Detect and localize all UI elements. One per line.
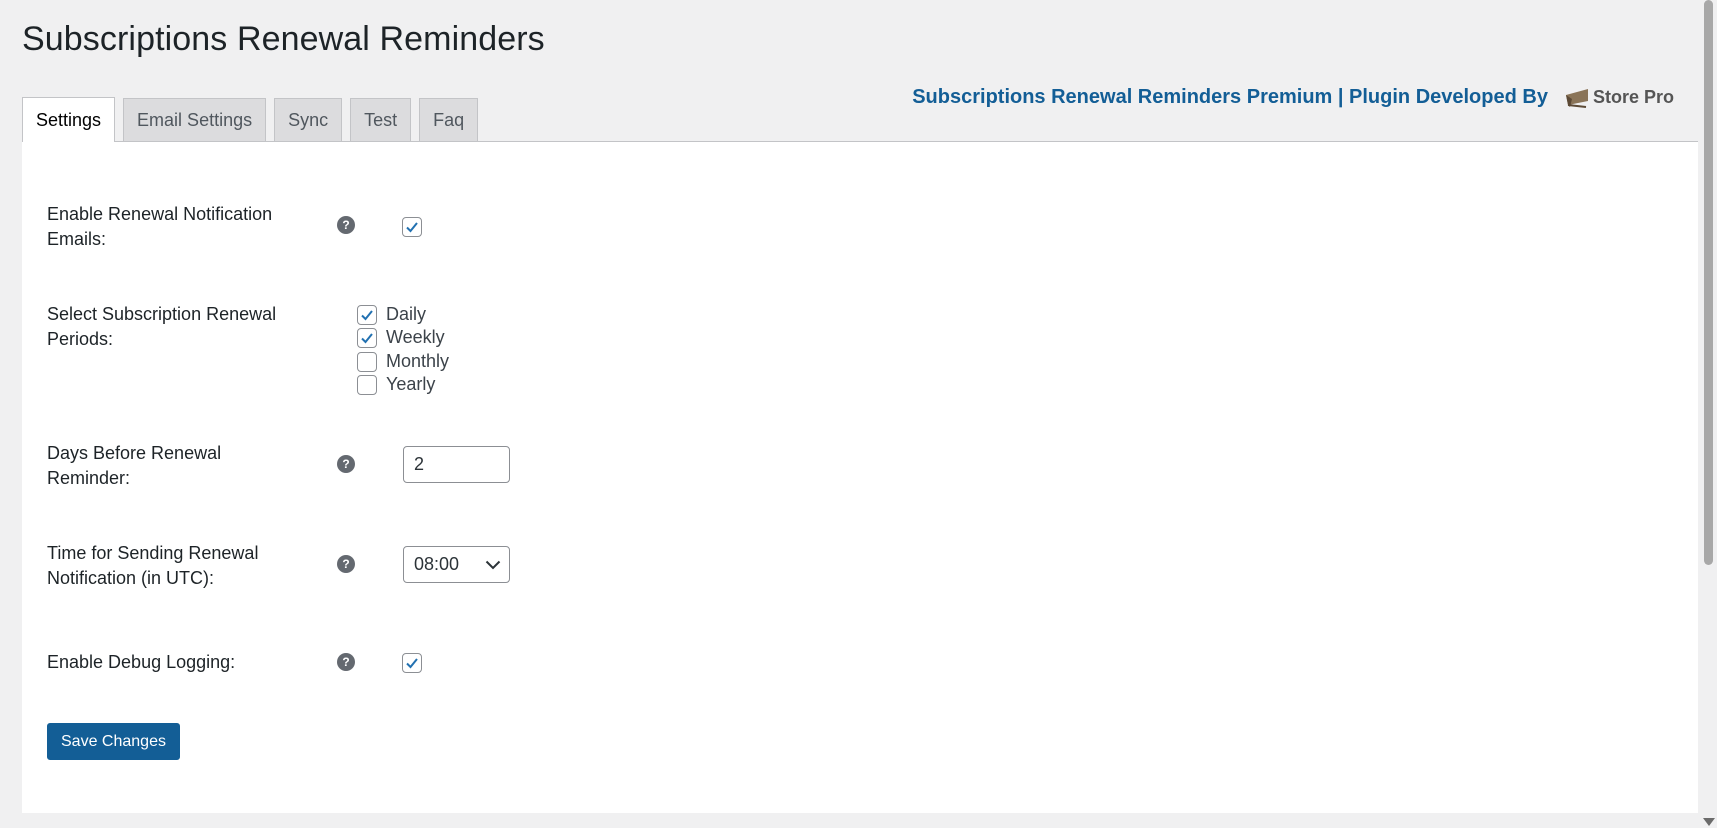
weekly-label: Weekly [386, 327, 445, 347]
days-before-input[interactable] [403, 446, 510, 483]
monthly-checkbox[interactable] [357, 351, 377, 372]
settings-panel: Enable Renewal Notification Emails: ? Se… [22, 141, 1698, 813]
yearly-label: Yearly [386, 374, 436, 394]
monthly-label: Monthly [386, 351, 450, 371]
tab-email-settings[interactable]: Email Settings [123, 98, 267, 142]
period-option-weekly[interactable]: Weekly [357, 327, 445, 348]
send-time-select[interactable]: 08:00 [403, 546, 510, 583]
period-option-yearly[interactable]: Yearly [357, 374, 435, 395]
vertical-scrollbar[interactable] [1700, 0, 1717, 828]
checkmark-icon [406, 222, 418, 233]
period-option-daily[interactable]: Daily [357, 304, 426, 325]
tab-bar: Settings Email Settings Sync Test Faq [22, 97, 479, 142]
page-title: Subscriptions Renewal Reminders [22, 20, 545, 58]
developer-credit-text: Subscriptions Renewal Reminders Premium … [912, 86, 1548, 108]
store-pro-logo[interactable]: Store Pro [1564, 87, 1674, 109]
yearly-checkbox[interactable] [357, 374, 377, 395]
send-time-label: Time for Sending Renewal Notification (i… [47, 543, 259, 588]
daily-label: Daily [386, 304, 427, 324]
checkmark-icon [361, 309, 373, 320]
enable-notifications-label: Enable Renewal Notification Emails: [47, 204, 273, 249]
chevron-down-icon [485, 560, 501, 569]
daily-checkbox[interactable] [357, 304, 377, 325]
days-before-label: Days Before Renewal Reminder: [47, 443, 222, 488]
store-pro-logo-icon [1565, 88, 1588, 108]
enable-notifications-checkbox[interactable] [402, 217, 422, 237]
settings-page: Subscriptions Renewal Reminders Settings… [0, 0, 1717, 828]
debug-logging-label: Enable Debug Logging: [47, 652, 236, 672]
tab-sync[interactable]: Sync [274, 98, 343, 142]
question-circle-icon[interactable]: ? [337, 555, 355, 573]
tab-test[interactable]: Test [350, 98, 412, 142]
tab-settings[interactable]: Settings [22, 97, 116, 142]
renewal-periods-label: Select Subscription Renewal Periods: [47, 304, 277, 349]
developer-credit: Subscriptions Renewal Reminders Premium … [912, 86, 1674, 109]
question-circle-icon[interactable]: ? [337, 216, 355, 234]
checkmark-icon [361, 332, 373, 343]
weekly-checkbox[interactable] [357, 327, 377, 348]
save-changes-button[interactable]: Save Changes [47, 723, 180, 760]
scroll-down-icon[interactable] [1703, 818, 1715, 826]
question-circle-icon[interactable]: ? [337, 653, 355, 671]
scrollbar-thumb[interactable] [1704, 0, 1713, 565]
send-time-value: 08:00 [414, 554, 460, 574]
period-option-monthly[interactable]: Monthly [357, 351, 449, 372]
debug-logging-checkbox[interactable] [402, 653, 422, 673]
question-circle-icon[interactable]: ? [337, 455, 355, 473]
tab-faq[interactable]: Faq [419, 98, 479, 142]
store-pro-logo-text: Store Pro [1592, 87, 1674, 107]
checkmark-icon [406, 658, 418, 669]
